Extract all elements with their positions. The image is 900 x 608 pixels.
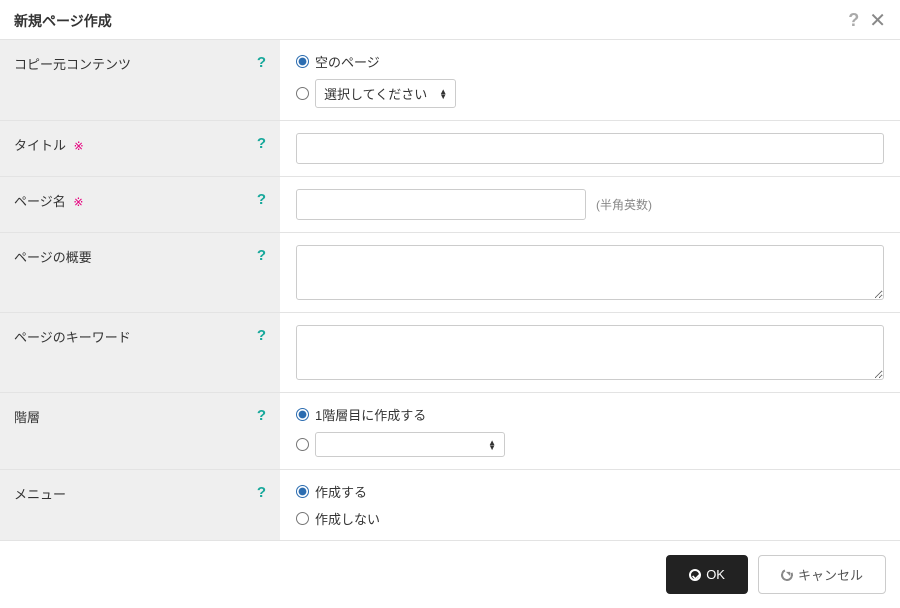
copy-source-select[interactable]: 選択してください ▲▼ xyxy=(315,79,456,108)
dialog-footer: OK キャンセル xyxy=(0,541,900,608)
row-page-name: ページ名 ※ ? (半角英数) xyxy=(0,177,900,233)
radio-menu-create-label: 作成する xyxy=(315,482,367,501)
help-icon[interactable]: ? xyxy=(257,327,266,344)
dialog-header: 新規ページ作成 ? ✕ xyxy=(0,0,900,39)
chevron-updown-icon: ▲▼ xyxy=(488,440,496,450)
row-title: タイトル ※ ? xyxy=(0,121,900,177)
row-copy-source: コピー元コンテンツ ? 空のページ 選択してください ▲▼ xyxy=(0,40,900,121)
summary-textarea[interactable] xyxy=(296,245,884,300)
label-keywords: ページのキーワード xyxy=(14,327,131,346)
help-icon[interactable]: ? xyxy=(257,407,266,424)
radio-hierarchy-select-row: ▲▼ xyxy=(296,432,884,457)
title-input[interactable] xyxy=(296,133,884,164)
radio-hierarchy-top[interactable]: 1階層目に作成する xyxy=(296,405,884,424)
radio-menu-nocreate-label: 作成しない xyxy=(315,509,380,528)
page-name-hint: (半角英数) xyxy=(596,196,652,213)
row-summary: ページの概要 ? xyxy=(0,233,900,313)
input-cell-hierarchy: 1階層目に作成する ▲▼ xyxy=(280,393,900,469)
radio-empty-page-label: 空のページ xyxy=(315,52,380,71)
hierarchy-select[interactable]: ▲▼ xyxy=(315,432,505,457)
label-hierarchy: 階層 xyxy=(14,407,40,426)
new-page-dialog: 新規ページ作成 ? ✕ コピー元コンテンツ ? 空のページ 選択してください xyxy=(0,0,900,608)
label-page-name: ページ名 ※ xyxy=(14,191,83,210)
radio-hierarchy-top-label: 1階層目に作成する xyxy=(315,405,426,424)
label-cell-title: タイトル ※ ? xyxy=(0,121,280,176)
label-copy-source: コピー元コンテンツ xyxy=(14,54,131,73)
radio-empty-page-input[interactable] xyxy=(296,55,309,68)
radio-menu-nocreate[interactable]: 作成しない xyxy=(296,509,884,528)
radio-hierarchy-select-input[interactable] xyxy=(296,438,309,451)
radio-copy-select-input[interactable] xyxy=(296,87,309,100)
input-cell-menu: 作成する 作成しない xyxy=(280,470,900,540)
cancel-button[interactable]: キャンセル xyxy=(758,555,886,594)
label-title: タイトル ※ xyxy=(14,135,84,154)
radio-menu-nocreate-input[interactable] xyxy=(296,512,309,525)
input-cell-copy-source: 空のページ 選択してください ▲▼ xyxy=(280,40,900,120)
radio-menu-create[interactable]: 作成する xyxy=(296,482,884,501)
ok-button-label: OK xyxy=(706,567,725,582)
required-mark: ※ xyxy=(74,139,84,153)
page-name-input[interactable] xyxy=(296,189,586,220)
radio-menu-create-input[interactable] xyxy=(296,485,309,498)
help-icon[interactable]: ? xyxy=(257,484,266,501)
close-icon[interactable]: ✕ xyxy=(869,11,886,31)
label-menu: メニュー xyxy=(14,484,66,503)
header-icons: ? ✕ xyxy=(848,10,886,31)
input-cell-page-name: (半角英数) xyxy=(280,177,900,232)
input-cell-keywords xyxy=(280,313,900,392)
input-cell-title xyxy=(280,121,900,176)
label-cell-keywords: ページのキーワード ? xyxy=(0,313,280,392)
row-hierarchy: 階層 ? 1階層目に作成する ▲▼ xyxy=(0,393,900,470)
label-cell-summary: ページの概要 ? xyxy=(0,233,280,312)
required-mark: ※ xyxy=(73,195,83,209)
radio-hierarchy-top-input[interactable] xyxy=(296,408,309,421)
help-icon[interactable]: ? xyxy=(257,135,266,152)
help-icon[interactable]: ? xyxy=(257,191,266,208)
label-cell-copy-source: コピー元コンテンツ ? xyxy=(0,40,280,120)
copy-source-select-value: 選択してください xyxy=(324,84,427,103)
radio-copy-select-row: 選択してください ▲▼ xyxy=(296,79,884,108)
input-cell-summary xyxy=(280,233,900,312)
cancel-button-label: キャンセル xyxy=(798,565,863,584)
label-summary: ページの概要 xyxy=(14,247,92,266)
refresh-icon xyxy=(779,567,794,582)
row-keywords: ページのキーワード ? xyxy=(0,313,900,393)
help-icon[interactable]: ? xyxy=(257,247,266,264)
check-icon xyxy=(689,569,701,581)
form-table: コピー元コンテンツ ? 空のページ 選択してください ▲▼ xyxy=(0,39,900,541)
help-icon[interactable]: ? xyxy=(848,10,859,31)
chevron-updown-icon: ▲▼ xyxy=(439,89,447,99)
label-cell-page-name: ページ名 ※ ? xyxy=(0,177,280,232)
hierarchy-select-value xyxy=(324,437,328,452)
ok-button[interactable]: OK xyxy=(666,555,748,594)
label-cell-hierarchy: 階層 ? xyxy=(0,393,280,469)
radio-empty-page[interactable]: 空のページ xyxy=(296,52,884,71)
keywords-textarea[interactable] xyxy=(296,325,884,380)
dialog-title: 新規ページ作成 xyxy=(14,11,112,31)
help-icon[interactable]: ? xyxy=(257,54,266,71)
row-menu: メニュー ? 作成する 作成しない xyxy=(0,470,900,541)
label-cell-menu: メニュー ? xyxy=(0,470,280,540)
